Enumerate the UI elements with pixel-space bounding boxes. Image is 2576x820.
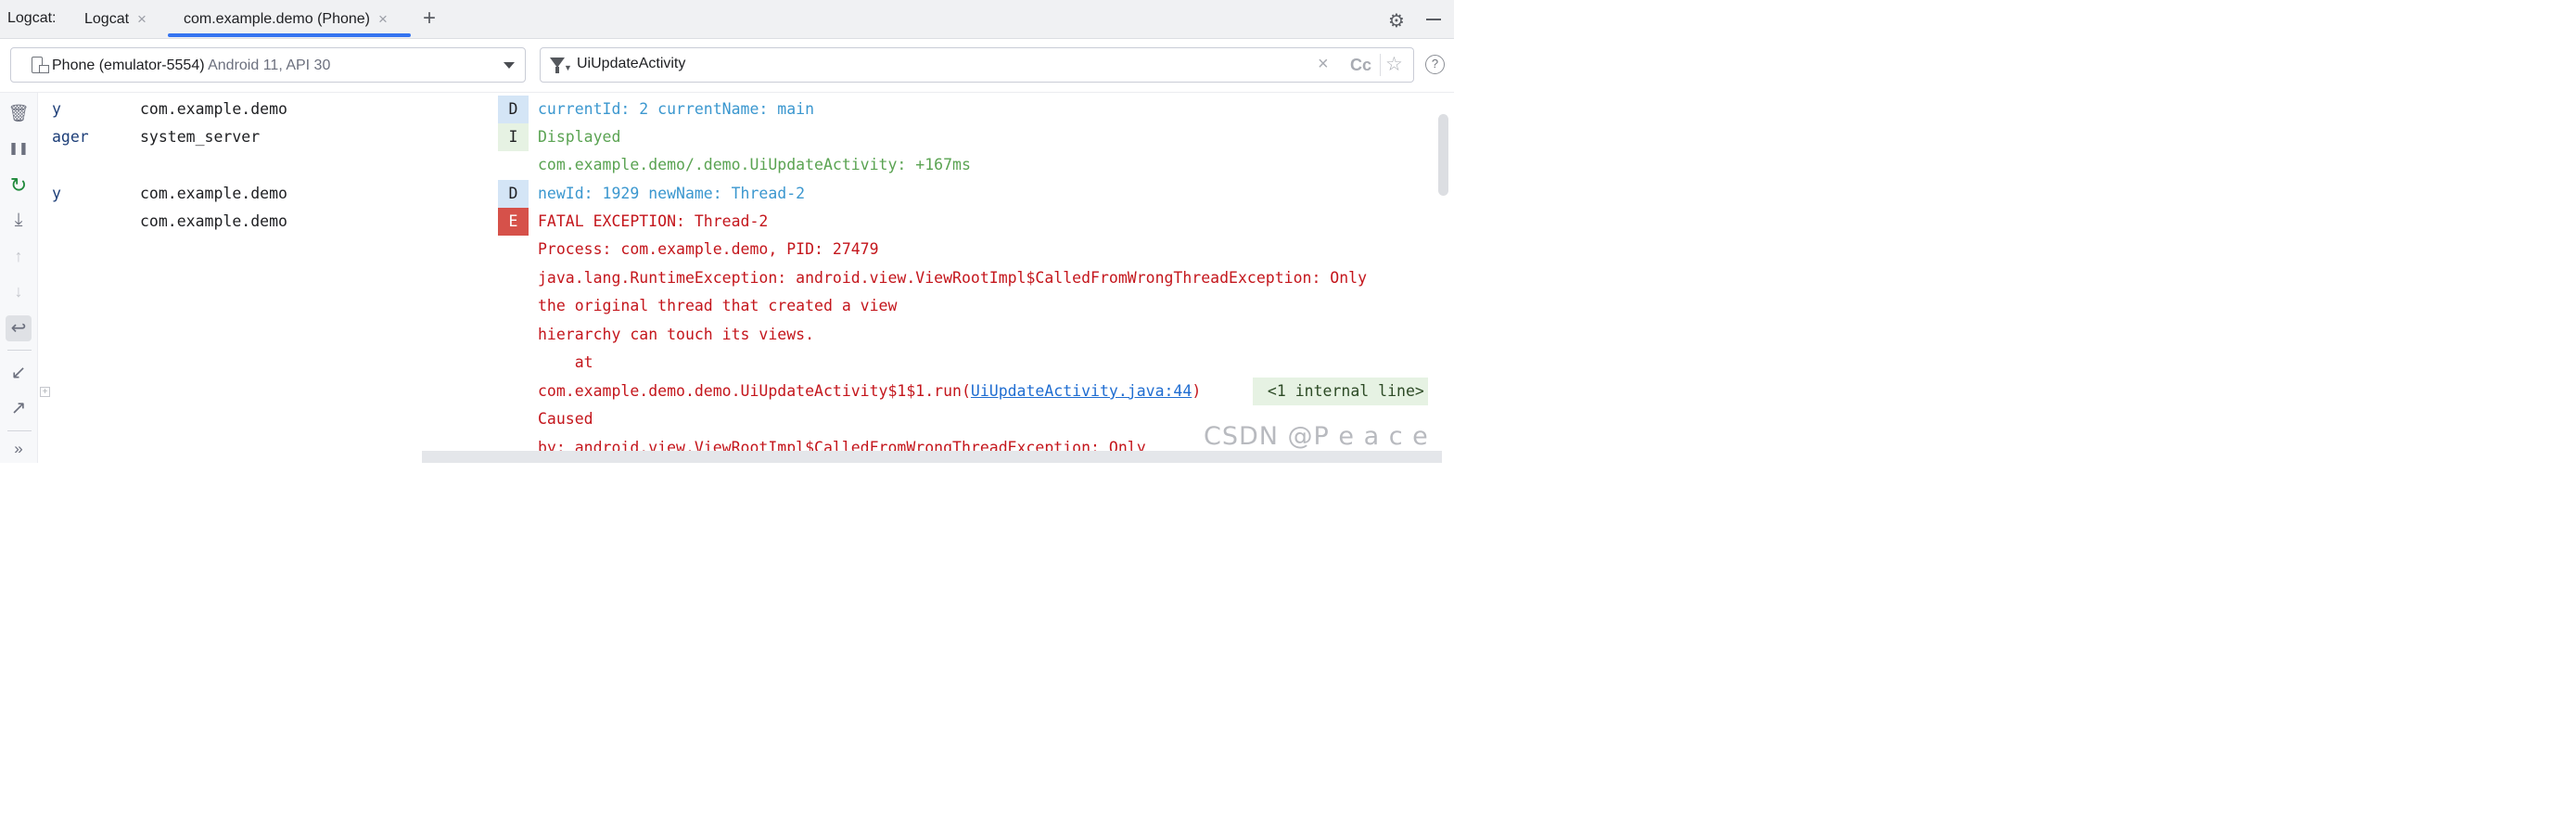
device-name: Phone (emulator-5554) [52, 58, 205, 73]
log-message: Displayed [538, 128, 621, 146]
log-message-continued: com.example.demo/.demo.UiUpdateActivity:… [538, 156, 971, 173]
close-icon[interactable]: × [137, 10, 147, 29]
divider [7, 350, 32, 351]
more-actions-icon[interactable]: » [6, 436, 32, 462]
star-icon[interactable]: ☆ [1385, 53, 1403, 76]
divider [7, 430, 32, 431]
restart-icon[interactable]: ↻ [6, 173, 32, 199]
tab-label: Logcat [84, 10, 130, 27]
filter-icon-stem [555, 67, 559, 73]
device-dropdown[interactable]: Phone (emulator-5554) Android 11, API 30 [10, 47, 526, 83]
close-icon[interactable]: × [378, 10, 388, 29]
log-message-continued: at [538, 353, 593, 371]
log-message-continued: Process: com.example.demo, PID: 27479 [538, 240, 879, 258]
tab-logcat[interactable]: Logcat × [84, 0, 147, 38]
log-tag: ager [52, 128, 89, 146]
watermark: CSDN @P e a c e [1204, 422, 1429, 451]
log-message-continued: the original thread that created a view [538, 297, 898, 314]
log-level-badge: D [498, 96, 529, 123]
folded-internal-lines[interactable]: <1 internal line> [1253, 378, 1428, 405]
minimize-icon[interactable] [1426, 19, 1441, 20]
arrow-up-icon[interactable]: ↑ [6, 243, 32, 269]
stack-frame: com.example.demo.demo.UiUpdateActivity$1… [538, 378, 1201, 405]
tab-label: com.example.demo (Phone) [184, 10, 370, 27]
match-case-icon[interactable]: Cc [1350, 56, 1371, 75]
stack-frame-method: com.example.demo.demo.UiUpdateActivity$1… [538, 382, 971, 400]
source-link[interactable]: UiUpdateActivity.java:44 [971, 382, 1192, 400]
log-entry: y com.example.demo D currentId: 2 curren… [39, 96, 1435, 123]
divider [0, 92, 1454, 93]
log-level-badge: I [498, 123, 529, 151]
logcat-toolbar: 🗑 ❚❚ ↻ ⤓ ↑ ↓ ↩ ↙ ↗ » [0, 93, 38, 463]
log-entry: y com.example.demo D newId: 1929 newName… [39, 180, 1435, 208]
arrow-down-icon[interactable]: ↓ [6, 278, 32, 304]
active-tab-indicator [168, 33, 411, 37]
filter-history-arrow-icon: ▼ [564, 63, 572, 72]
log-view[interactable]: y com.example.demo D currentId: 2 curren… [39, 94, 1435, 463]
log-message: currentId: 2 currentName: main [538, 100, 815, 118]
gear-icon[interactable]: ⚙ [1388, 9, 1405, 32]
log-package: com.example.demo [140, 100, 287, 118]
scroll-to-end-icon[interactable]: ⤓ [6, 207, 32, 233]
stack-frame-line: com.example.demo.demo.UiUpdateActivity$1… [39, 378, 1435, 405]
soft-wrap-icon[interactable]: ↩ [6, 315, 32, 341]
log-entry: ager system_server I Displayed com.examp… [39, 123, 1435, 180]
tool-window-title: Logcat: [7, 10, 57, 26]
log-package: com.example.demo [140, 212, 287, 230]
logcat-filter-field[interactable]: ▼ UiUpdateActivity × Cc ☆ [540, 47, 1414, 83]
log-message: FATAL EXCEPTION: Thread-2 [538, 212, 769, 230]
help-icon[interactable]: ? [1425, 55, 1445, 74]
divider [1380, 54, 1381, 76]
log-package: com.example.demo [140, 185, 287, 202]
trash-icon[interactable]: 🗑 [6, 100, 32, 126]
add-tab-icon[interactable]: + [423, 6, 436, 32]
log-message-continued: hierarchy can touch its views. [538, 326, 815, 343]
tool-window-header: Logcat: Logcat × com.example.demo (Phone… [0, 0, 1454, 39]
tab-com-example-demo-phone[interactable]: com.example.demo (Phone) × [184, 0, 388, 38]
chevron-down-icon[interactable] [504, 62, 515, 69]
log-message-continued: java.lang.RuntimeException: android.view… [538, 269, 1368, 287]
horizontal-scrollbar[interactable] [422, 451, 1442, 463]
log-package: system_server [140, 128, 261, 146]
stack-frame-close: ) [1192, 382, 1202, 400]
clear-icon[interactable]: × [1318, 54, 1329, 75]
export-icon[interactable]: ↗ [6, 395, 32, 421]
log-level-badge: D [498, 180, 529, 208]
log-tag: y [52, 185, 61, 202]
log-tag: y [52, 100, 61, 118]
import-icon[interactable]: ↙ [6, 360, 32, 386]
pause-icon[interactable]: ❚❚ [6, 135, 32, 161]
vertical-scrollbar[interactable] [1438, 114, 1448, 196]
device-icon-overlay [39, 65, 49, 73]
log-level-badge: E [498, 208, 529, 236]
filter-query-text[interactable]: UiUpdateActivity [577, 56, 685, 72]
log-message-continued: Caused [538, 410, 593, 428]
device-api: Android 11, API 30 [208, 58, 331, 73]
device-label: Phone (emulator-5554) Android 11, API 30 [52, 58, 330, 74]
log-message: newId: 1929 newName: Thread-2 [538, 185, 806, 202]
